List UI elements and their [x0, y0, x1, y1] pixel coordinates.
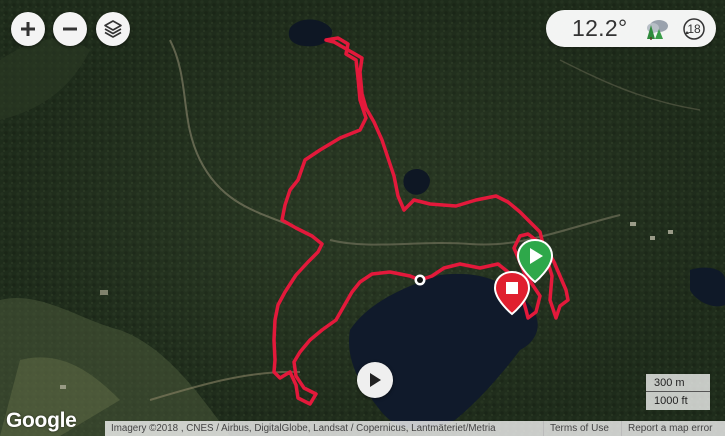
end-marker-icon[interactable]	[493, 270, 531, 316]
play-button[interactable]	[357, 362, 393, 398]
day-badge: 18	[682, 17, 706, 41]
report-map-error-link[interactable]: Report a map error	[621, 421, 725, 436]
cloud-trees-icon	[647, 20, 668, 40]
terms-of-use-link[interactable]: Terms of Use	[543, 421, 621, 436]
map-scale[interactable]: 300 m 1000 ft	[646, 374, 710, 410]
weather-widget[interactable]: 12.2° 18	[546, 10, 716, 47]
google-logo: Google	[6, 409, 77, 432]
layers-button[interactable]	[96, 12, 130, 46]
day-badge-value: 18	[687, 22, 701, 36]
scale-metric: 300 m	[646, 374, 710, 392]
play-icon	[370, 373, 381, 387]
zoom-in-button[interactable]	[11, 12, 45, 46]
scale-imperial: 1000 ft	[654, 395, 688, 407]
plus-icon	[21, 22, 35, 36]
layers-icon	[104, 20, 122, 38]
minus-icon	[63, 27, 77, 31]
waypoint-dot-icon[interactable]	[413, 273, 427, 287]
zoom-out-button[interactable]	[53, 12, 87, 46]
temperature-value: 12.2°	[572, 15, 628, 41]
imagery-attribution: Imagery ©2018 , CNES / Airbus, DigitalGl…	[105, 421, 543, 436]
